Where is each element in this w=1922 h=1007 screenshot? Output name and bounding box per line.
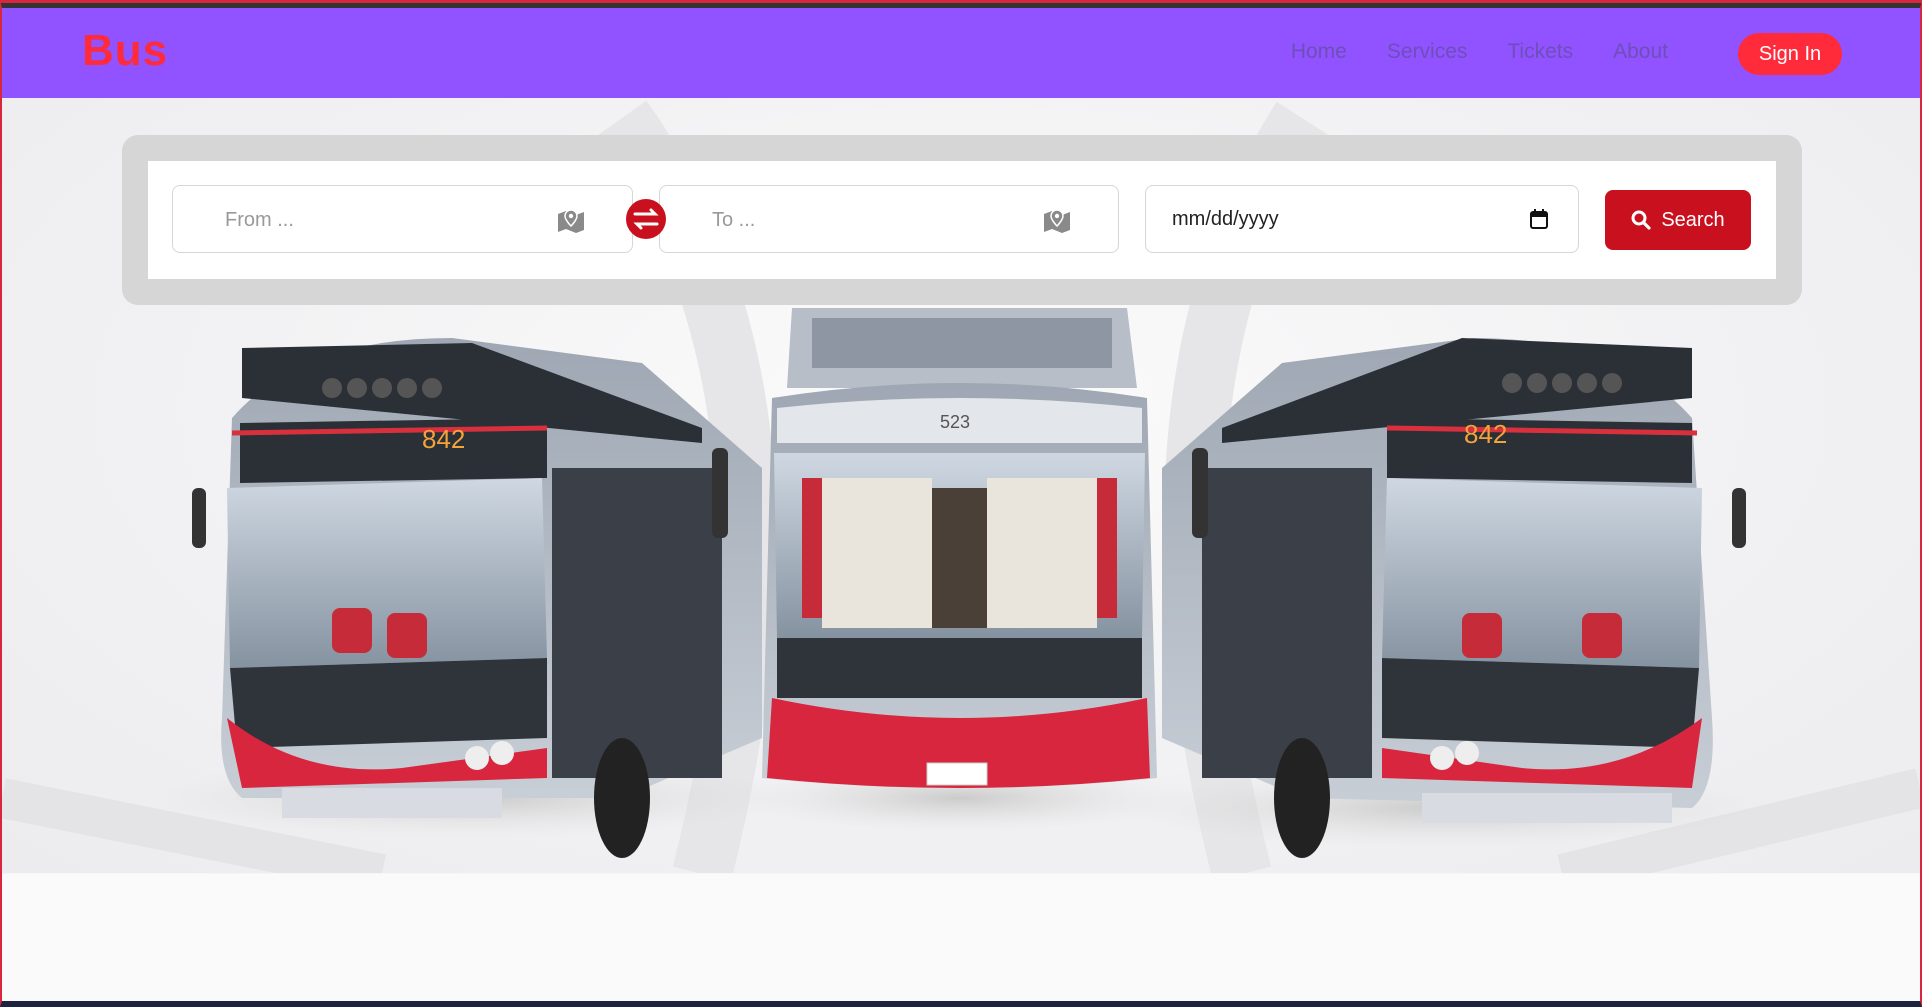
map-pin-icon xyxy=(1044,209,1070,233)
calendar-icon[interactable] xyxy=(1530,209,1548,229)
nav-link-about[interactable]: About xyxy=(1613,40,1668,64)
nav-link-tickets[interactable]: Tickets xyxy=(1507,40,1573,64)
nav-link-services[interactable]: Services xyxy=(1387,40,1468,64)
swap-locations-button[interactable] xyxy=(626,199,666,239)
center-bus-number: 523 xyxy=(940,412,970,432)
right-bus-number: 842 xyxy=(1464,419,1507,449)
left-bus-number: 842 xyxy=(422,424,465,454)
search-form: mm/dd/yyyy Search xyxy=(148,161,1776,279)
to-input[interactable] xyxy=(710,186,1014,254)
map-pin-icon xyxy=(558,209,584,233)
search-icon xyxy=(1631,210,1651,230)
swap-arrows-icon xyxy=(633,208,659,230)
left-bus-image: 842 xyxy=(142,338,802,858)
nav-links: Home Services Tickets About xyxy=(1291,40,1668,64)
from-input[interactable] xyxy=(223,186,527,254)
search-button[interactable]: Search xyxy=(1605,190,1751,250)
center-bus-image: 523 xyxy=(712,308,1208,833)
site-logo[interactable]: Bus xyxy=(82,26,168,76)
search-button-label: Search xyxy=(1661,208,1725,231)
navbar: Bus Home Services Tickets About Sign In xyxy=(0,8,1922,98)
from-field[interactable] xyxy=(172,185,633,254)
date-input[interactable]: mm/dd/yyyy xyxy=(1172,208,1279,231)
to-field[interactable] xyxy=(659,185,1119,254)
search-panel: mm/dd/yyyy Search xyxy=(122,135,1802,305)
sign-in-button[interactable]: Sign In xyxy=(1738,33,1842,75)
nav-link-home[interactable]: Home xyxy=(1291,40,1347,64)
date-field[interactable]: mm/dd/yyyy xyxy=(1145,185,1579,253)
